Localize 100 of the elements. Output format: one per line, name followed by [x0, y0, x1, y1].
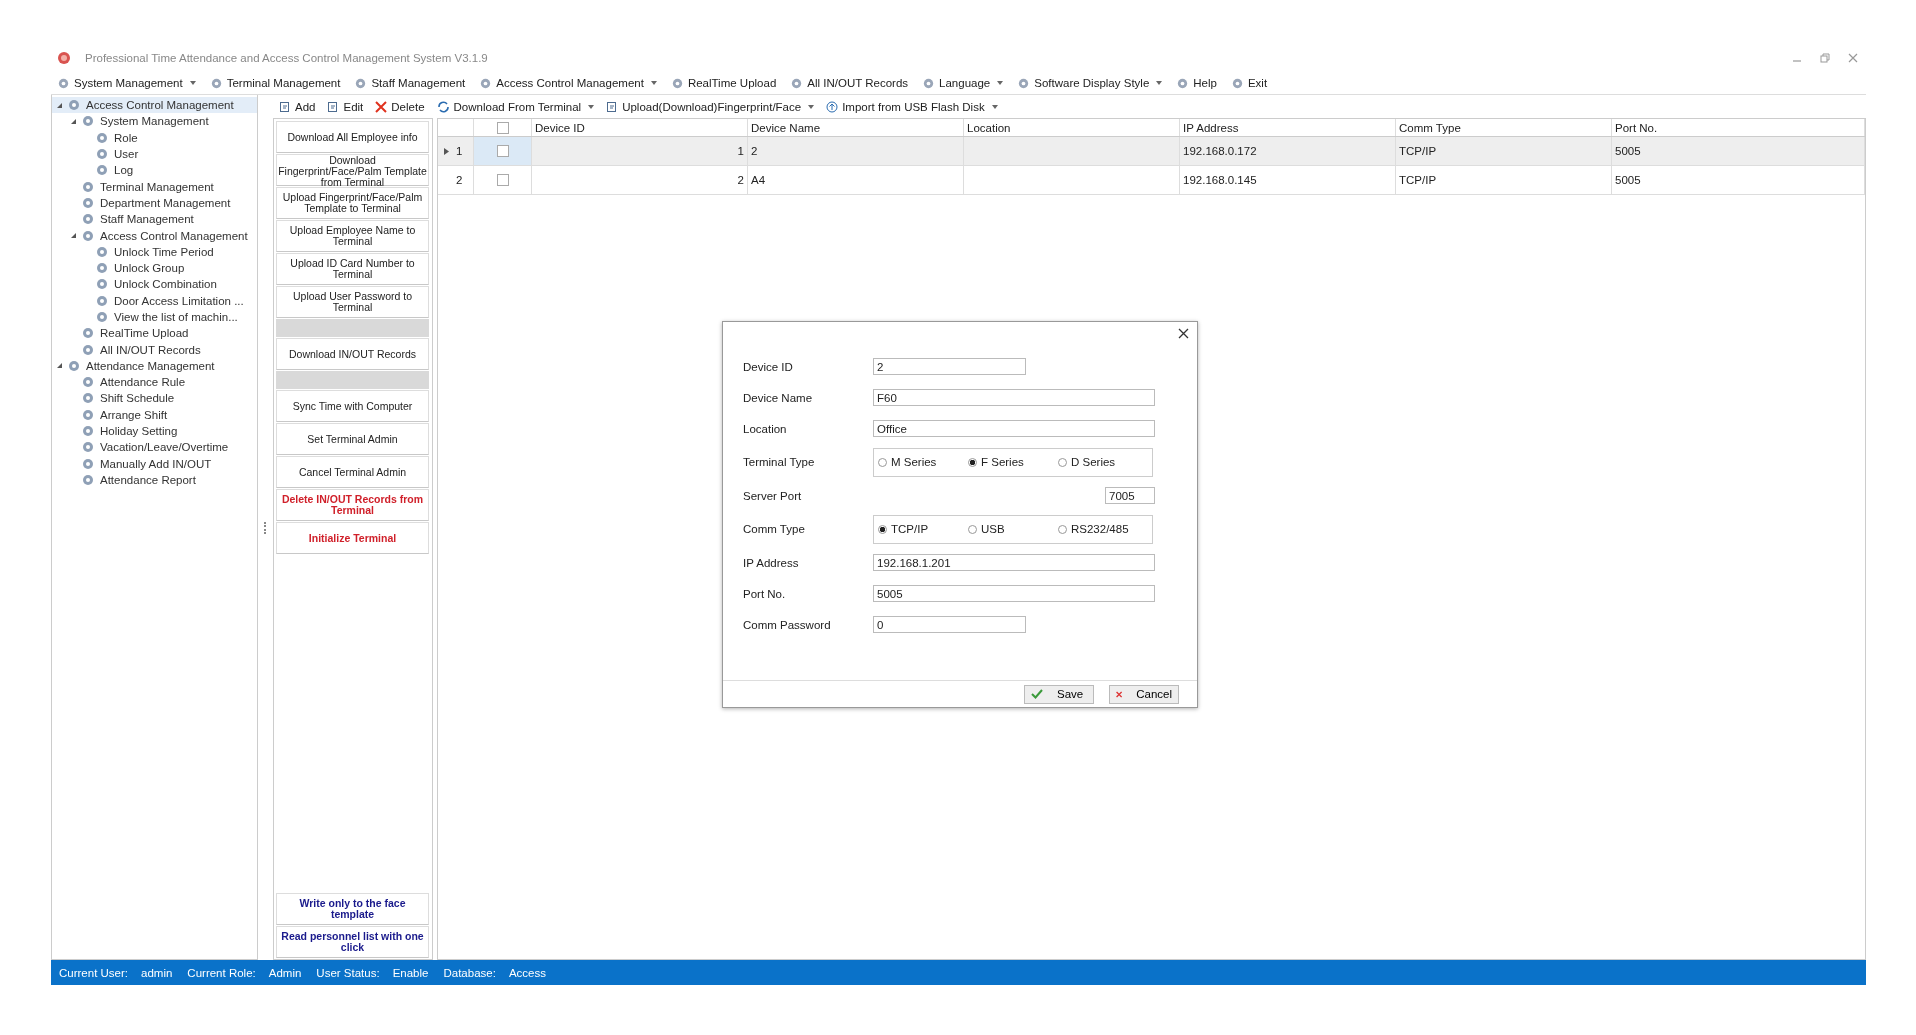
input-field[interactable]: 7005: [1105, 487, 1155, 504]
tree-item[interactable]: Attendance Management: [52, 357, 257, 375]
toolbar-button[interactable]: Upload(Download)Fingerprint/Face: [604, 99, 817, 114]
radio-option[interactable]: F Series: [968, 456, 1058, 468]
tree-item[interactable]: View the list of machin...: [52, 308, 257, 326]
menu-item[interactable]: Language: [920, 75, 1006, 91]
menu-item[interactable]: Help: [1174, 75, 1219, 91]
column-header[interactable]: Port No.: [1612, 119, 1865, 136]
tree-item[interactable]: Holiday Setting: [52, 422, 257, 440]
menu-item[interactable]: Software Display Style: [1015, 75, 1165, 91]
tree-item[interactable]: Attendance Rule: [52, 374, 257, 391]
restore-icon[interactable]: [1820, 53, 1830, 63]
action-button[interactable]: Cancel Terminal Admin: [276, 456, 429, 488]
toolbar-button[interactable]: Import from USB Flash Disk: [824, 99, 1000, 114]
tree-item[interactable]: All IN/OUT Records: [52, 341, 257, 358]
gear-icon: [96, 164, 108, 177]
input-field[interactable]: F60: [873, 389, 1155, 406]
table-cell: 2: [737, 174, 744, 186]
column-header[interactable]: Comm Type: [1396, 119, 1612, 136]
tree-item[interactable]: System Management: [52, 113, 257, 130]
tree-item[interactable]: Vacation/Leave/Overtime: [52, 439, 257, 456]
action-button[interactable]: Upload ID Card Number to Terminal: [276, 253, 429, 285]
tree-item[interactable]: Staff Management: [52, 211, 257, 228]
field-label: Port No.: [743, 587, 787, 600]
tree-item[interactable]: User: [52, 145, 257, 163]
tree-item[interactable]: Manually Add IN/OUT: [52, 455, 257, 472]
column-header[interactable]: IP Address: [1180, 119, 1396, 136]
tree-item[interactable]: Unlock Group: [52, 259, 257, 277]
tree-item[interactable]: Terminal Management: [52, 178, 257, 195]
input-field[interactable]: 0: [873, 616, 1026, 633]
expand-arrow-icon[interactable]: [56, 362, 63, 370]
splitter-handle[interactable]: [263, 521, 268, 534]
column-header[interactable]: Location: [964, 119, 1180, 136]
input-field[interactable]: 192.168.1.201: [873, 554, 1155, 571]
radio-option[interactable]: M Series: [878, 456, 968, 468]
input-field[interactable]: Office: [873, 420, 1155, 437]
tree-item[interactable]: Unlock Time Period: [52, 243, 257, 260]
column-header[interactable]: Device Name: [748, 119, 964, 136]
input-field[interactable]: 5005: [873, 585, 1155, 602]
gear-icon: [82, 115, 94, 128]
checkbox[interactable]: [496, 121, 509, 134]
table-row[interactable]: 1 1 2 192.168.0.172 TCP/IP 5005: [438, 137, 1865, 166]
action-button[interactable]: Upload Employee Name to Terminal: [276, 220, 429, 252]
tree-item[interactable]: Shift Schedule: [52, 390, 257, 407]
action-button[interactable]: Set Terminal Admin: [276, 423, 429, 455]
tree-item[interactable]: Door Access Limitation ...: [52, 292, 257, 309]
checkbox[interactable]: [496, 145, 509, 157]
toolbar-button[interactable]: Delete: [373, 99, 427, 114]
caret-icon: [1156, 81, 1163, 85]
column-header[interactable]: Device ID: [532, 119, 748, 136]
action-button[interactable]: Upload User Password to Terminal: [276, 286, 429, 318]
tree-item[interactable]: Log: [52, 162, 257, 179]
gear-icon: [82, 376, 94, 389]
table-cell: 1: [737, 145, 744, 157]
gear-icon: [82, 180, 94, 193]
tree-item[interactable]: Department Management: [52, 194, 257, 212]
radio-option[interactable]: D Series: [1058, 456, 1152, 468]
radio-option[interactable]: RS232/485: [1058, 523, 1152, 535]
tree-item[interactable]: RealTime Upload: [52, 325, 257, 342]
caret-icon: [189, 81, 196, 85]
table-row[interactable]: 2 2 A4 192.168.0.145 TCP/IP 5005: [438, 166, 1865, 195]
gear-icon: [96, 262, 108, 275]
expand-arrow-icon[interactable]: [70, 232, 77, 239]
menu-item[interactable]: Access Control Management: [477, 75, 659, 91]
close-icon[interactable]: [1178, 327, 1189, 339]
action-button[interactable]: Download All Employee info: [276, 121, 429, 153]
table-cell: 5005: [1615, 174, 1641, 186]
toolbar-button[interactable]: Edit: [325, 99, 366, 114]
radio-option[interactable]: USB: [968, 523, 1058, 535]
action-button[interactable]: Download IN/OUT Records: [276, 338, 429, 370]
input-field[interactable]: 2: [873, 358, 1026, 375]
checkbox[interactable]: [496, 174, 509, 186]
tree-item[interactable]: Attendance Report: [52, 471, 257, 489]
menu-item[interactable]: System Management: [55, 75, 198, 91]
action-button[interactable]: Upload Fingerprint/Face/Palm Template to Terminal: [276, 187, 429, 219]
action-button[interactable]: Delete IN/OUT Records from Terminal: [276, 489, 429, 521]
tree-item[interactable]: Access Control Management: [52, 97, 257, 114]
toolbar-button[interactable]: Download From Terminal: [434, 99, 597, 114]
menu-item[interactable]: RealTime Upload: [668, 75, 779, 91]
tree-item[interactable]: Role: [52, 129, 257, 146]
radio-option[interactable]: TCP/IP: [878, 523, 968, 535]
gear-icon: [1230, 76, 1244, 90]
app-logo-icon: [57, 51, 71, 65]
action-button[interactable]: Initialize Terminal: [276, 522, 429, 554]
action-button[interactable]: Read personnel list with one click: [276, 926, 429, 958]
menu-item[interactable]: Exit: [1228, 75, 1270, 91]
action-button[interactable]: Download Fingerprint/Face/Palm Template from Terminal: [276, 154, 429, 186]
menu-item[interactable]: Staff Management: [352, 75, 468, 91]
menu-item[interactable]: Terminal Management: [207, 75, 343, 91]
gear-icon: [82, 327, 94, 340]
menu-item[interactable]: All IN/OUT Records: [788, 75, 911, 91]
cancel-button[interactable]: Cancel: [1109, 684, 1179, 704]
tree-item[interactable]: Unlock Combination: [52, 276, 257, 293]
toolbar-button[interactable]: Add: [277, 99, 318, 114]
save-button[interactable]: Save: [1024, 684, 1094, 704]
tree-item[interactable]: Access Control Management: [52, 227, 257, 244]
checkmark-icon: [1031, 689, 1043, 699]
action-button[interactable]: Sync Time with Computer: [276, 390, 429, 422]
tree-item[interactable]: Arrange Shift: [52, 406, 257, 423]
action-button[interactable]: Write only to the face template: [276, 893, 429, 925]
